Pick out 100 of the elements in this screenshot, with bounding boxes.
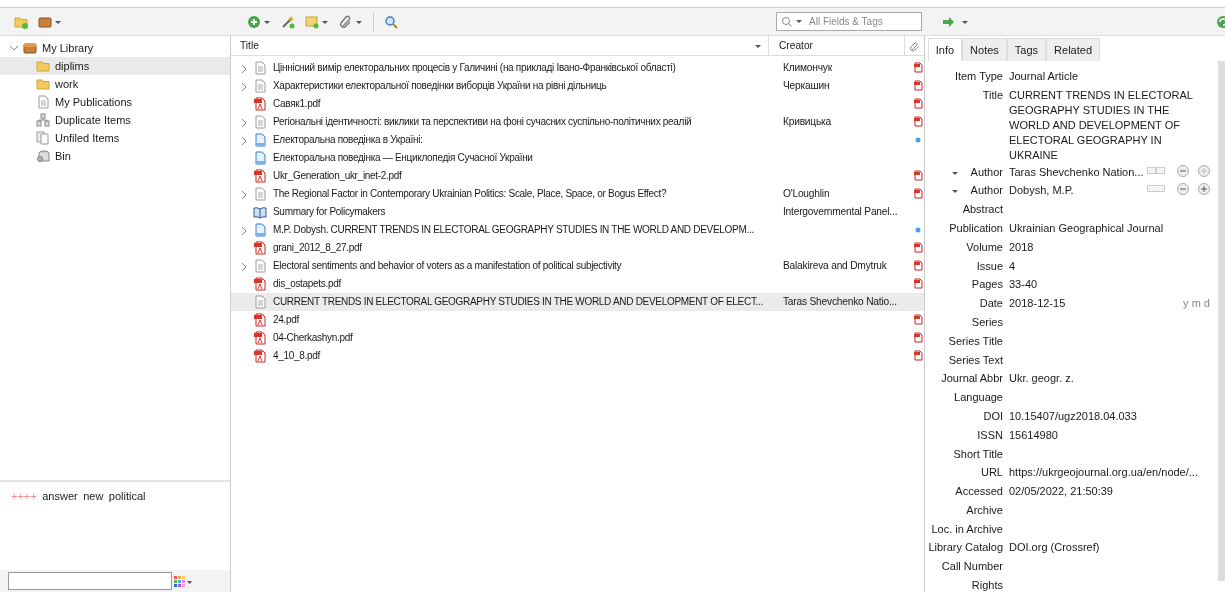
expand-icon[interactable]: [239, 134, 249, 145]
item-creator: Taras Shevchenko Natio...: [781, 295, 898, 310]
field-value[interactable]: DOI.org (Crossref): [1009, 540, 1210, 556]
switch-to-two-fields-icon[interactable]: [1147, 164, 1165, 176]
tag[interactable]: political: [108, 487, 146, 565]
document-icon: [253, 258, 267, 273]
library-icon[interactable]: [38, 14, 52, 29]
field-value[interactable]: Dobysh, M.P.: [1009, 183, 1147, 199]
remove-icon[interactable]: [1177, 164, 1189, 177]
pdf-icon[interactable]: [913, 242, 924, 254]
status-dot-icon[interactable]: [915, 136, 922, 143]
item-title: Ціннісний вимір електоральних процесів у Галичині (на прикладі Івано-Франківської області): [273, 61, 677, 76]
item-row[interactable]: Electoral sentiments and behavior of voters as a manifestation of political subjectivity Balakireva and Dmytruk: [231, 256, 924, 275]
pdf-icon[interactable]: [913, 350, 924, 362]
pdf-icon: [253, 168, 267, 183]
paperclip-icon[interactable]: [339, 14, 353, 29]
pdf-icon[interactable]: [913, 116, 924, 128]
expand-icon[interactable]: [239, 62, 249, 73]
expand-icon[interactable]: [239, 224, 249, 235]
item-title: CURRENT TRENDS IN ELECTORAL GEOGRAPHY STUDIES IN THE WORLD AND DEVELOPMENT OF ELECT...: [273, 295, 765, 310]
switch-to-one-field-icon[interactable]: [1147, 183, 1165, 195]
add-icon[interactable]: [1198, 164, 1210, 177]
tag[interactable]: answer: [42, 487, 78, 565]
item-row[interactable]: The Regional Factor in Contemporary Ukrainian Politics: Scale, Place, Space, or Bogus Effect? O'Loughlin: [231, 184, 924, 203]
pdf-icon[interactable]: [913, 62, 924, 74]
unfiled-icon: [36, 130, 50, 145]
pane-tab[interactable]: Info: [927, 37, 963, 62]
field-value[interactable]: https://ukrgeojournal.org.ua/en/node/...: [1009, 465, 1210, 481]
field-value[interactable]: Taras Shevchenko Nation...: [1009, 164, 1147, 180]
add-icon[interactable]: [1198, 183, 1210, 196]
expand-icon[interactable]: [239, 80, 249, 91]
item-title: 04-Cherkashyn.pdf: [273, 331, 354, 346]
expand-icon[interactable]: [239, 188, 249, 199]
expand-icon[interactable]: [239, 116, 249, 127]
pdf-icon[interactable]: [913, 98, 924, 110]
item-row[interactable]: Регіональні ідентичності: виклики та перспективи на фоні сучасних суспільно-політичних реалій Кривицька: [231, 112, 924, 131]
field-value[interactable]: 10.15407/ugz2018.04.033: [1009, 408, 1210, 424]
forward-arrow-icon[interactable]: [942, 14, 955, 29]
pdf-icon[interactable]: [913, 170, 924, 182]
collection-item[interactable]: My Library: [0, 38, 230, 57]
item-row[interactable]: 24.pdf: [231, 310, 924, 329]
item-row[interactable]: Характеристики електоральної поведінки виборців України на рівні дільниць Черкашин: [231, 76, 924, 95]
status-dot-icon[interactable]: [915, 226, 922, 233]
item-row[interactable]: dis_ostapets.pdf: [231, 274, 924, 293]
pdf-icon[interactable]: [913, 278, 924, 290]
pdf-icon[interactable]: [913, 332, 924, 344]
field-label: Loc. in Archive: [930, 521, 1004, 537]
item-row[interactable]: Ukr_Generation_ukr_inet-2.pdf: [231, 166, 924, 185]
item-row[interactable]: Електоральна поведінка в Україні:: [231, 130, 924, 149]
pane-tab[interactable]: Tags: [1006, 37, 1047, 62]
collection-item[interactable]: diplims: [0, 56, 230, 75]
new-collection-icon[interactable]: [14, 14, 28, 29]
field-label: ISSN: [976, 427, 1004, 443]
search-mode-icon[interactable]: [781, 16, 803, 28]
pdf-icon[interactable]: [913, 188, 924, 200]
field-value[interactable]: 2018-12-15: [1009, 296, 1184, 312]
search-field[interactable]: All Fields & Tags: [776, 12, 922, 31]
field-value[interactable]: Journal Article: [1009, 68, 1210, 84]
tag-colors-icon[interactable]: [174, 574, 193, 588]
field-value[interactable]: CURRENT TRENDS IN ELECTORAL GEOGRAPHY STUDIES IN THE WORLD AND DEVELOPMENT OF ELECTORAL GEOGRAPHY IN UKRAINE: [1009, 87, 1210, 163]
field-value[interactable]: Ukrainian Geographical Journal: [1009, 220, 1210, 236]
column-header[interactable]: Title: [231, 35, 769, 56]
tag[interactable]: new: [83, 487, 104, 565]
item-row[interactable]: grani_2012_8_27.pdf: [231, 238, 924, 257]
field-label: Publication: [948, 220, 1004, 236]
pdf-icon[interactable]: [913, 260, 924, 272]
expand-icon[interactable]: [239, 260, 249, 271]
remove-icon[interactable]: [1177, 183, 1189, 196]
tag-filter-field[interactable]: [7, 572, 172, 590]
item-row[interactable]: 4_10_8.pdf: [231, 346, 924, 365]
item-row[interactable]: Summary for Policymakers Intergovernmental Panel...: [231, 202, 924, 221]
item-row[interactable]: 04-Cherkashyn.pdf: [231, 328, 924, 347]
creator-menu-icon[interactable]: [951, 187, 959, 196]
collection-item[interactable]: My Publications: [0, 92, 230, 111]
pane-tab[interactable]: Related: [1046, 37, 1101, 62]
pdf-icon[interactable]: [913, 314, 924, 326]
item-title: 4_10_8.pdf: [273, 349, 322, 364]
item-row[interactable]: Савяк1.pdf: [231, 94, 924, 113]
field-value[interactable]: 4: [1009, 258, 1210, 274]
pane-tab[interactable]: Notes: [962, 37, 1007, 62]
field-value[interactable]: 2018: [1009, 239, 1210, 255]
item-row[interactable]: M.P. Dobysh. CURRENT TRENDS IN ELECTORAL GEOGRAPHY STUDIES IN THE WORLD AND DEVELOPM...: [231, 220, 924, 239]
search-icon[interactable]: [384, 14, 398, 29]
item-row[interactable]: CURRENT TRENDS IN ELECTORAL GEOGRAPHY STUDIES IN THE WORLD AND DEVELOPMENT OF ELECT... Taras Shevchenko Natio...: [231, 292, 924, 311]
column-header[interactable]: Creator: [769, 35, 905, 56]
collection-item[interactable]: work: [0, 74, 230, 93]
item-row[interactable]: Електоральна поведінка — Енциклопедія Сучасної України: [231, 148, 924, 167]
collection-item[interactable]: Duplicate Items: [0, 110, 230, 129]
field-value[interactable]: 15614980: [1009, 427, 1210, 443]
collection-item[interactable]: Bin: [0, 146, 230, 165]
item-row[interactable]: Ціннісний вимір електоральних процесів у Галичині (на прикладі Івано-Франківської області) Климончук: [231, 58, 924, 77]
pdf-icon[interactable]: [913, 80, 924, 92]
field-value[interactable]: 02/05/2022, 21:50:39: [1009, 484, 1210, 500]
field-value[interactable]: Ukr. geogr. z.: [1009, 371, 1210, 387]
date-format-hint: y m d: [1183, 296, 1210, 312]
magic-wand-icon[interactable]: [281, 14, 295, 29]
collection-item[interactable]: Unfiled Items: [0, 128, 230, 147]
add-icon[interactable]: [247, 14, 261, 29]
field-value[interactable]: 33-40: [1009, 277, 1210, 293]
attachment-column-icon[interactable]: [909, 39, 921, 52]
